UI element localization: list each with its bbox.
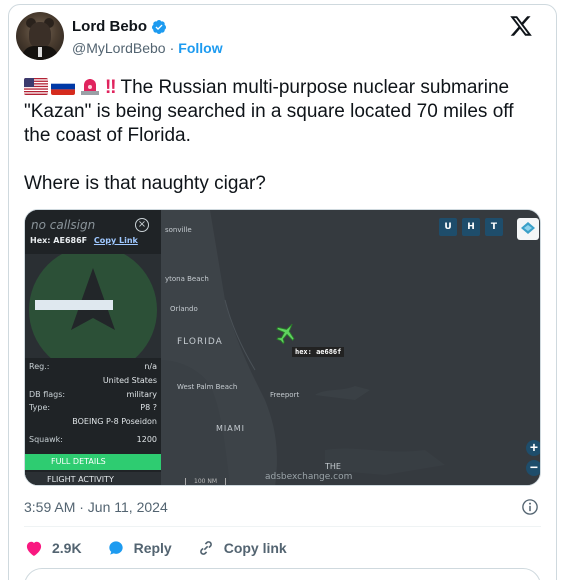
like-count: 2.9K (52, 540, 82, 556)
handle[interactable]: @MyLordBebo (72, 40, 166, 56)
map-button-t[interactable]: T (485, 218, 503, 236)
follow-button[interactable]: Follow (178, 40, 222, 56)
close-icon[interactable]: × (135, 218, 149, 232)
map-button-h[interactable]: H (462, 218, 480, 236)
double-exclamation-icon: ‼ (105, 77, 117, 98)
layers-icon (521, 222, 535, 234)
panel-row-country: United States (102, 376, 157, 385)
flight-activity-button[interactable]: FLIGHT ACTIVITY (25, 472, 161, 485)
us-flag-icon (24, 78, 48, 95)
reply-button[interactable]: Reply (106, 538, 172, 558)
callsign: no callsign (31, 218, 96, 232)
link-icon (199, 541, 212, 555)
map-label-miami: MIAMI (216, 424, 245, 433)
map-label-orlando: Orlando (170, 305, 198, 313)
aircraft-icon[interactable] (273, 320, 299, 346)
copy-link-label: Copy link (223, 540, 287, 556)
map-label-florida: FLORIDA (177, 337, 223, 347)
verified-badge-icon (151, 19, 166, 34)
reply-label: Reply (133, 540, 172, 556)
map-button-u[interactable]: U (439, 218, 457, 236)
map-label-west-palm: West Palm Beach (177, 383, 238, 391)
separator: · (169, 40, 175, 56)
handle-row: @MyLordBebo · Follow (72, 40, 223, 56)
like-button[interactable]: 2.9K (24, 538, 82, 558)
tweet-media[interactable]: sonville ytona Beach Orlando FLORIDA Wes… (24, 209, 541, 486)
copy-hex-link[interactable]: Copy Link (94, 236, 138, 245)
aircraft-hex-tag: hex: ae686f (292, 347, 345, 357)
tweet-text: ‼ The Russian multi-purpose nuclear subma… (24, 76, 529, 196)
hex-value: AE686F (53, 236, 88, 245)
map-label-jacksonville: sonville (165, 226, 192, 234)
layers-button[interactable] (517, 218, 539, 240)
photo-caption-bar (35, 300, 113, 310)
tweet-header: Lord Bebo @MyLordBebo · Follow (16, 12, 533, 60)
aircraft-photo (25, 246, 161, 374)
map-label-freeport: Freeport (270, 391, 300, 399)
full-details-button[interactable]: FULL DETAILS (25, 454, 161, 470)
copy-link-button[interactable]: Copy link (196, 538, 287, 558)
avatar[interactable] (16, 12, 64, 60)
hex-line: Hex: AE686F Copy Link (30, 236, 138, 245)
read-replies-button[interactable]: Read 216 replies (24, 568, 541, 580)
x-logo-icon[interactable] (509, 14, 533, 38)
aircraft-info-panel: no callsign × Hex: AE686F Copy Link Reg.… (25, 210, 161, 485)
panel-row-reg: Reg.: n/a (29, 362, 157, 371)
map-label-the: THE (325, 462, 341, 471)
zoom-out-button[interactable]: − (526, 460, 540, 476)
timestamp[interactable]: 3:59 AM · Jun 11, 2024 (24, 499, 168, 515)
panel-row-type: Type: P8 ? (29, 403, 157, 412)
info-icon[interactable] (521, 498, 539, 516)
display-name[interactable]: Lord Bebo (72, 18, 147, 35)
reply-icon (108, 541, 123, 555)
watermark: adsbexchange.com (265, 472, 353, 482)
emoji-row: ‼ (24, 77, 120, 98)
map-label-daytona: ytona Beach (165, 275, 209, 283)
author-name-row: Lord Bebo (72, 18, 167, 35)
zoom-in-button[interactable]: + (526, 440, 540, 456)
heart-icon (26, 541, 42, 556)
rotating-light-icon (81, 79, 99, 95)
divider (24, 526, 541, 527)
panel-row-squawk: Squawk: 1200 (29, 435, 157, 444)
map-scale: 100 NM (185, 478, 227, 485)
russia-flag-icon (51, 78, 75, 95)
action-bar: 2.9K Reply Copy link (24, 537, 287, 559)
hex-label: Hex: (30, 236, 51, 245)
panel-row-db-flags: DB flags: military (29, 390, 157, 399)
panel-row-model: BOEING P-8 Poseidon (72, 417, 157, 426)
